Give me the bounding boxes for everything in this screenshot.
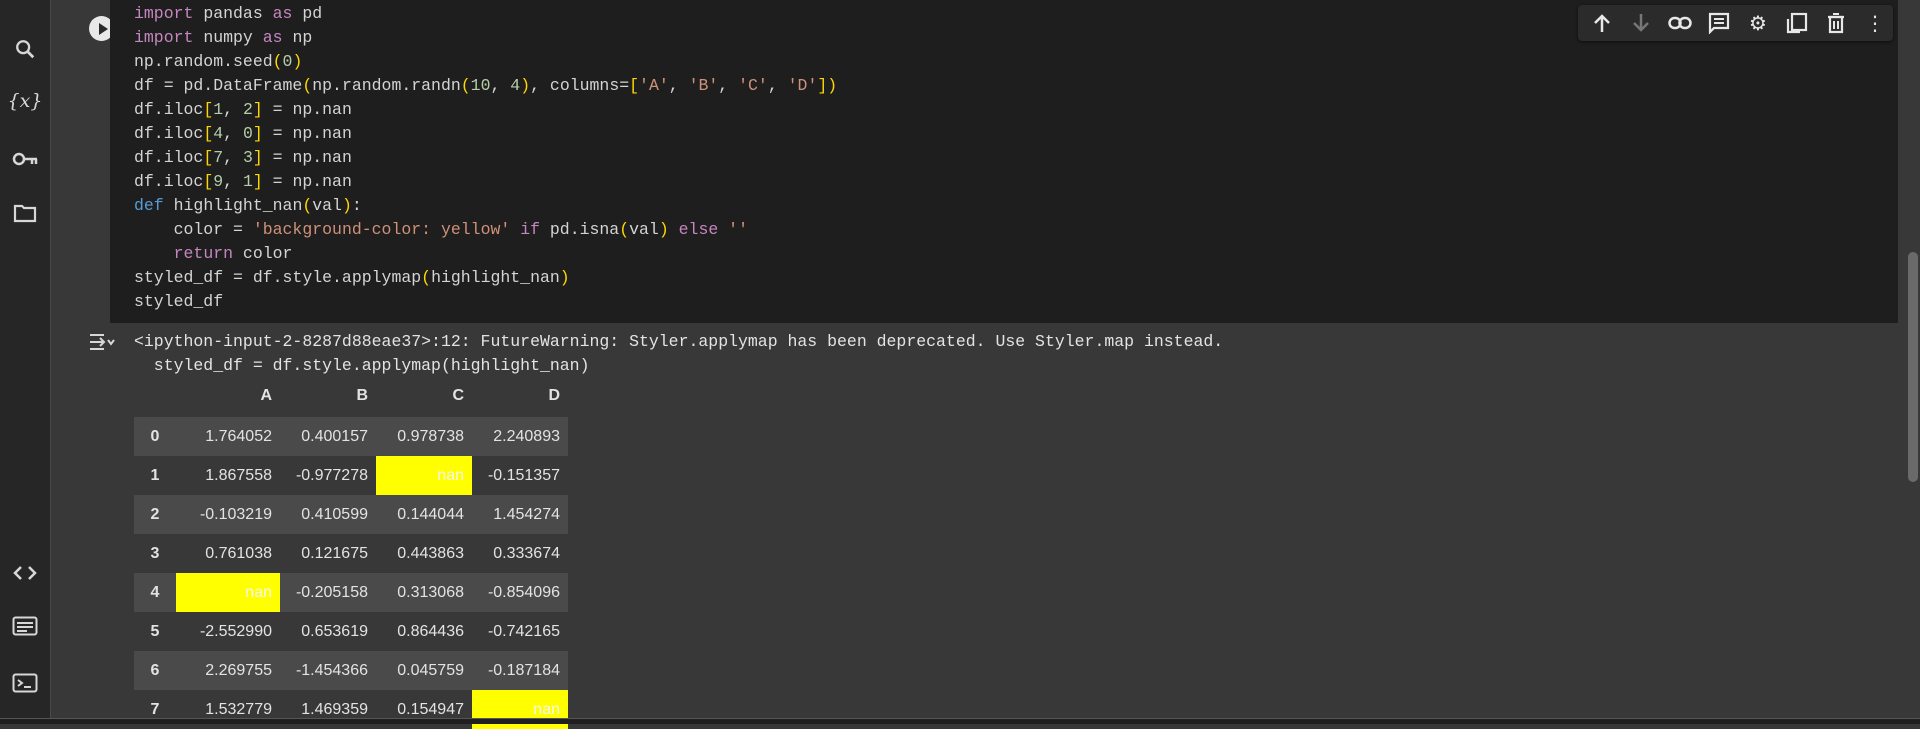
settings-icon[interactable]: ⚙ bbox=[1744, 9, 1772, 37]
table-cell: -0.977278 bbox=[295, 466, 368, 484]
table-cell: 1.764052 bbox=[205, 427, 272, 445]
left-sidebar: {x} bbox=[0, 0, 51, 723]
folder-icon[interactable] bbox=[12, 200, 38, 226]
command-palette-icon[interactable] bbox=[12, 613, 38, 639]
table-row: 4 nan -0.205158 0.313068 -0.854096 bbox=[134, 573, 568, 612]
table-cell: 0.978738 bbox=[397, 427, 464, 445]
output-actions-icon[interactable] bbox=[88, 331, 116, 357]
row-index: 3 bbox=[150, 544, 160, 562]
table-row: 5 -2.552990 0.653619 0.864436 -0.742165 bbox=[134, 612, 568, 651]
table-cell: -0.854096 bbox=[487, 583, 560, 601]
cell-toolbar: ⚙ ⋮ bbox=[1578, 5, 1893, 41]
table-cell: nan bbox=[176, 573, 280, 612]
row-index: 1 bbox=[150, 466, 160, 484]
index-header bbox=[134, 374, 176, 417]
cell-gutter bbox=[76, 0, 110, 323]
move-up-icon[interactable] bbox=[1588, 9, 1616, 37]
code-text[interactable]: import pandas as pd import numpy as np n… bbox=[134, 2, 837, 314]
dataframe-table: A B C D 0 1.764052 0.400157 0.978738 2.24089… bbox=[134, 374, 568, 729]
table-row: 0 1.764052 0.400157 0.978738 2.240893 bbox=[134, 417, 568, 456]
status-bar bbox=[0, 718, 1920, 724]
row-index: 2 bbox=[150, 505, 160, 523]
link-icon[interactable] bbox=[1666, 9, 1694, 37]
table-cell: 0.761038 bbox=[205, 544, 272, 562]
key-icon[interactable] bbox=[12, 146, 38, 172]
table-cell: 0.045759 bbox=[397, 661, 464, 679]
row-index: 4 bbox=[150, 583, 160, 601]
column-header: A bbox=[260, 386, 272, 404]
delete-icon[interactable] bbox=[1822, 9, 1850, 37]
warning-output: <ipython-input-2-8287d88eae37>:12: Futur… bbox=[134, 330, 1223, 378]
table-cell: -0.205158 bbox=[295, 583, 368, 601]
table-row: 3 0.761038 0.121675 0.443863 0.333674 bbox=[134, 534, 568, 573]
more-icon[interactable]: ⋮ bbox=[1861, 9, 1889, 37]
table-cell: 0.144044 bbox=[397, 505, 464, 523]
table-cell: 2.240893 bbox=[493, 427, 560, 445]
table-cell: 1.454274 bbox=[493, 505, 560, 523]
table-cell: 0.121675 bbox=[301, 544, 368, 562]
table-cell: -0.103219 bbox=[199, 505, 272, 523]
warning-line: <ipython-input-2-8287d88eae37>:12: Futur… bbox=[134, 332, 1224, 351]
variables-icon[interactable]: {x} bbox=[8, 88, 43, 114]
row-index: 5 bbox=[150, 622, 160, 640]
table-cell: 0.410599 bbox=[301, 505, 368, 523]
table-cell: -1.454366 bbox=[295, 661, 368, 679]
code-snippets-icon[interactable] bbox=[12, 560, 38, 586]
search-icon[interactable] bbox=[12, 36, 38, 62]
table-cell: 0.864436 bbox=[397, 622, 464, 640]
move-down-icon[interactable] bbox=[1627, 9, 1655, 37]
column-header: C bbox=[452, 386, 464, 404]
mirror-cell-icon[interactable] bbox=[1783, 9, 1811, 37]
play-icon bbox=[98, 22, 108, 35]
table-cell: nan bbox=[376, 456, 472, 495]
table-cell: 0.400157 bbox=[301, 427, 368, 445]
column-header: B bbox=[356, 386, 368, 404]
table-cell: 2.269755 bbox=[205, 661, 272, 679]
table-cell: 1.867558 bbox=[205, 466, 272, 484]
table-cell: -0.187184 bbox=[487, 661, 560, 679]
table-cell: -2.552990 bbox=[199, 622, 272, 640]
comment-icon[interactable] bbox=[1705, 9, 1733, 37]
table-cell: 0.333674 bbox=[493, 544, 560, 562]
table-row: 6 2.269755 -1.454366 0.045759 -0.187184 bbox=[134, 651, 568, 690]
table-cell: -0.151357 bbox=[487, 466, 560, 484]
table-cell: 0.653619 bbox=[301, 622, 368, 640]
row-index: 0 bbox=[150, 427, 160, 445]
terminal-icon[interactable] bbox=[12, 670, 38, 696]
table-row: 1 1.867558 -0.977278 nan -0.151357 bbox=[134, 456, 568, 495]
column-header: D bbox=[548, 386, 560, 404]
table-cell: -0.742165 bbox=[487, 622, 560, 640]
table-cell: 0.313068 bbox=[397, 583, 464, 601]
row-index: 6 bbox=[150, 661, 160, 679]
table-cell: 0.443863 bbox=[397, 544, 464, 562]
table-row: 2 -0.103219 0.410599 0.144044 1.454274 bbox=[134, 495, 568, 534]
scrollbar-thumb[interactable] bbox=[1908, 252, 1918, 482]
table-header-row: A B C D bbox=[134, 374, 568, 417]
